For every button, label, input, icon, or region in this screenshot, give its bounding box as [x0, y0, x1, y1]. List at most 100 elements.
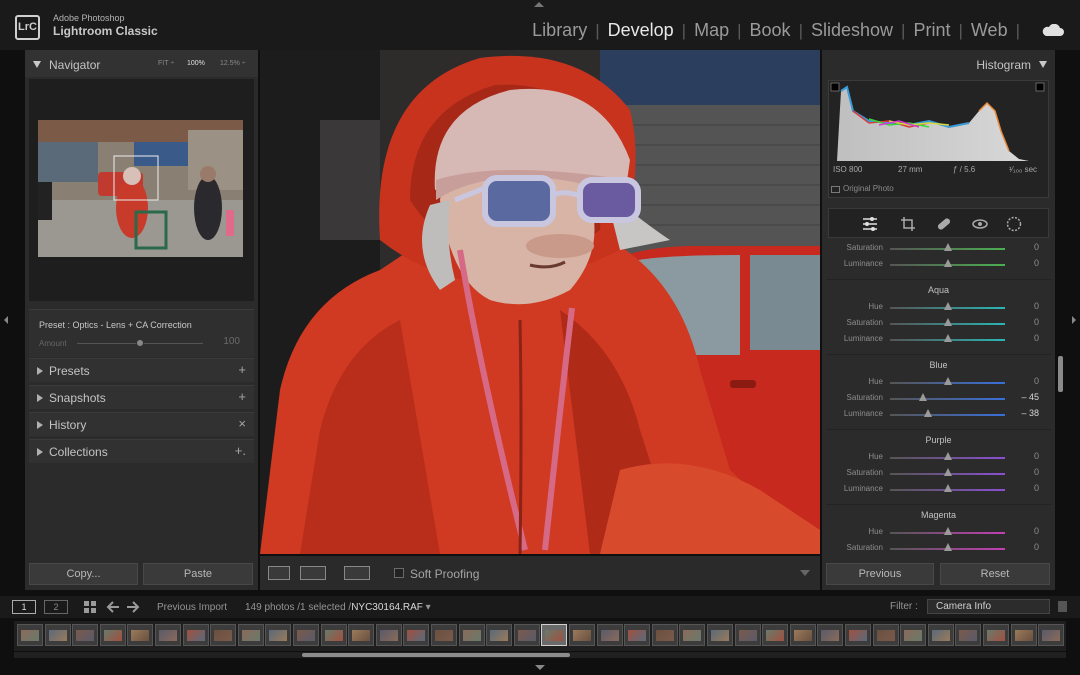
hsl-row-value[interactable]: – 38 [1021, 408, 1039, 418]
filmstrip-thumbnail[interactable] [541, 624, 568, 646]
module-web[interactable]: Web [965, 20, 1014, 41]
filmstrip-thumbnail[interactable] [679, 624, 706, 646]
filmstrip-thumbnail[interactable] [375, 624, 402, 646]
right-panel-scrollbar[interactable] [1058, 356, 1063, 392]
primary-display-button[interactable]: 1 [12, 600, 36, 614]
hsl-row-value[interactable]: 0 [1034, 242, 1039, 252]
filmstrip-thumbnail[interactable] [237, 624, 264, 646]
filmstrip-thumbnail[interactable] [486, 624, 513, 646]
filmstrip-thumbnail[interactable] [127, 624, 154, 646]
hsl-row-value[interactable]: 0 [1034, 258, 1039, 268]
filmstrip-thumbnail[interactable] [983, 624, 1009, 646]
hsl-slider-thumb[interactable] [919, 393, 928, 401]
module-map[interactable]: Map [688, 20, 735, 41]
zoom-fit-option[interactable]: FIT ÷ [158, 60, 174, 67]
filmstrip-thumbnail[interactable] [17, 624, 43, 646]
zoom-100-option[interactable]: 100% [187, 60, 205, 67]
filmstrip-thumbnail[interactable] [789, 624, 816, 646]
masking-icon[interactable] [1006, 216, 1022, 232]
collapse-top-arrow-icon[interactable] [534, 2, 544, 7]
filmstrip-source[interactable]: Previous Import [157, 602, 227, 613]
filmstrip-scroll-thumb[interactable] [302, 653, 570, 657]
filmstrip-thumbnail[interactable] [403, 624, 430, 646]
hsl-slider-thumb[interactable] [943, 334, 952, 342]
hsl-slider-thumb[interactable] [943, 527, 952, 535]
filmstrip-thumbnail[interactable] [155, 624, 181, 646]
hsl-slider-track[interactable] [890, 414, 1005, 416]
navigator-header[interactable]: Navigator FIT ÷ 100% 12.5% ÷ [25, 50, 258, 77]
filmstrip-thumbnail[interactable] [99, 624, 126, 646]
back-arrow-icon[interactable] [106, 601, 120, 613]
hsl-row-value[interactable]: 0 [1034, 333, 1039, 343]
filmstrip-thumbnail[interactable] [872, 624, 899, 646]
hsl-slider-thumb[interactable] [943, 543, 952, 551]
filename-dropdown-icon[interactable]: ▾ [423, 602, 431, 613]
soft-proofing-checkbox[interactable] [394, 568, 404, 578]
filmstrip-thumbnail[interactable] [817, 624, 844, 646]
filmstrip-thumbnail[interactable] [210, 624, 237, 646]
filmstrip-thumbnail[interactable] [72, 624, 99, 646]
filmstrip-thumbnail[interactable] [900, 624, 927, 646]
section-collections[interactable]: Collections +. [29, 439, 254, 463]
section-snapshots[interactable]: Snapshots + [29, 385, 254, 409]
filmstrip-thumbnail[interactable] [182, 624, 209, 646]
filmstrip-thumbnail[interactable] [431, 624, 457, 646]
edit-sliders-icon[interactable] [862, 216, 878, 232]
histogram[interactable] [828, 80, 1049, 198]
collapse-left-arrow-icon[interactable] [4, 316, 8, 324]
filmstrip-thumbnail[interactable] [348, 624, 375, 646]
filmstrip-thumbnail[interactable] [44, 624, 71, 646]
filmstrip-thumbnail[interactable] [845, 624, 871, 646]
paste-button[interactable]: Paste [143, 563, 253, 585]
hsl-row-value[interactable]: 0 [1034, 376, 1039, 386]
secondary-display-button[interactable]: 2 [44, 600, 68, 614]
amount-slider-thumb[interactable] [136, 339, 144, 347]
hsl-row-value[interactable]: 0 [1034, 317, 1039, 327]
module-print[interactable]: Print [907, 20, 956, 41]
filmstrip-thumbnail[interactable] [762, 624, 789, 646]
before-after-view-icon[interactable] [300, 566, 326, 580]
hsl-slider-thumb[interactable] [943, 377, 952, 385]
filmstrip-thumbnail[interactable] [651, 624, 678, 646]
previous-button[interactable]: Previous [826, 563, 934, 585]
loupe-view-icon[interactable] [268, 566, 290, 580]
filmstrip-thumbnail[interactable] [1010, 624, 1037, 646]
filter-lock-icon[interactable] [1058, 601, 1067, 612]
filter-select[interactable]: Camera Info [927, 599, 1050, 614]
navigator-preview[interactable] [29, 79, 254, 301]
module-develop[interactable]: Develop [602, 20, 680, 41]
crop-icon[interactable] [900, 216, 916, 232]
hsl-slider-thumb[interactable] [943, 302, 952, 310]
hsl-slider-thumb[interactable] [943, 468, 952, 476]
hsl-slider-thumb[interactable] [923, 409, 932, 417]
clear-history-icon[interactable]: × [238, 416, 246, 431]
cloud-icon[interactable] [1042, 24, 1064, 36]
hsl-slider-thumb[interactable] [943, 452, 952, 460]
forward-arrow-icon[interactable] [126, 601, 140, 613]
original-photo-checkbox[interactable] [831, 186, 840, 193]
hsl-slider-track[interactable] [890, 398, 1005, 400]
hsl-slider-thumb[interactable] [943, 259, 952, 267]
add-preset-icon[interactable]: + [238, 362, 246, 377]
hsl-slider-thumb[interactable] [943, 484, 952, 492]
filmstrip-thumbnail[interactable] [734, 624, 761, 646]
filmstrip-thumbnail[interactable] [513, 624, 540, 646]
filmstrip-thumbnail[interactable] [927, 624, 954, 646]
before-after-split-icon[interactable] [344, 566, 370, 580]
hsl-row-value[interactable]: 0 [1034, 542, 1039, 552]
section-presets[interactable]: Presets + [29, 358, 254, 382]
navigator-thumbnail[interactable] [38, 120, 243, 257]
toolbar-menu-chevron-icon[interactable] [800, 570, 810, 576]
red-eye-icon[interactable] [972, 216, 988, 232]
hsl-slider-thumb[interactable] [943, 318, 952, 326]
hsl-slider-thumb[interactable] [943, 243, 952, 251]
collapse-histogram-icon[interactable] [1039, 61, 1047, 68]
section-history[interactable]: History × [29, 412, 254, 436]
filmstrip-thumbnail[interactable] [569, 624, 595, 646]
hsl-row-value[interactable]: 0 [1034, 467, 1039, 477]
amount-value[interactable]: 100 [223, 336, 240, 347]
filmstrip-thumbnail[interactable] [596, 624, 623, 646]
add-snapshot-icon[interactable]: + [238, 389, 246, 404]
module-book[interactable]: Book [744, 20, 797, 41]
healing-bandage-icon[interactable] [936, 216, 952, 232]
